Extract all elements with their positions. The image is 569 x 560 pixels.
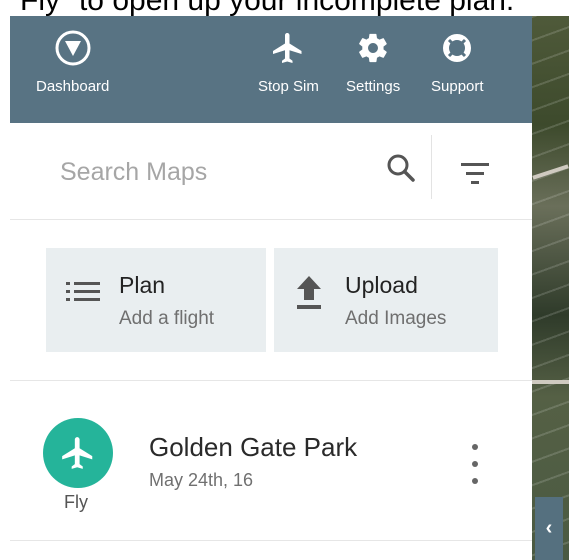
plan-subtitle: Add a flight [119, 308, 215, 329]
search-divider [431, 135, 432, 199]
support-label: Support [431, 78, 484, 95]
plan-title: Plan [119, 272, 166, 298]
collapse-panel-button[interactable]: ‹ [535, 497, 563, 560]
upload-title: Upload [345, 272, 418, 298]
map-view[interactable] [532, 16, 569, 560]
chevron-left-icon: ‹ [545, 517, 553, 539]
instruction-caption: Fly" to open up your incomplete plan. [0, 0, 569, 16]
app-screen: Fly" to open up your incomplete plan. ‹ … [0, 0, 569, 560]
fly-button[interactable] [43, 418, 113, 488]
action-row: Plan Add a flight Upload Add Images [10, 220, 532, 381]
list-icon [66, 280, 100, 309]
kebab-icon [472, 444, 478, 450]
filter-icon[interactable] [461, 163, 489, 190]
compass-icon [53, 26, 93, 70]
airplane-icon [62, 437, 93, 469]
support-button[interactable]: Support [431, 26, 484, 95]
search-input[interactable] [58, 151, 362, 193]
upload-button[interactable]: Upload Add Images [274, 248, 498, 352]
more-options-button[interactable] [468, 444, 482, 484]
top-toolbar: Dashboard Stop Sim Settings Support [10, 16, 532, 123]
settings-button[interactable]: Settings [346, 26, 400, 95]
plan-button[interactable]: Plan Add a flight [46, 248, 266, 352]
map-list-item[interactable]: Fly Golden Gate Park May 24th, 16 [10, 382, 532, 541]
side-panel: Dashboard Stop Sim Settings Support Sear… [10, 16, 532, 560]
dashboard-label: Dashboard [36, 78, 110, 95]
gear-icon [356, 26, 390, 70]
fly-label: Fly [64, 492, 88, 512]
stop-sim-button[interactable]: Stop Sim [258, 26, 319, 95]
map-road [532, 380, 569, 384]
dashboard-button[interactable]: Dashboard [36, 26, 109, 95]
search-bar [10, 123, 532, 220]
upload-subtitle: Add Images [345, 308, 447, 329]
settings-label: Settings [346, 78, 401, 95]
airplane-icon [270, 26, 306, 70]
stop-sim-label: Stop Sim [258, 78, 319, 95]
search-icon[interactable] [386, 153, 416, 188]
lifebuoy-icon [442, 26, 472, 70]
map-title[interactable]: Golden Gate Park [149, 432, 357, 463]
map-date: May 24th, 16 [149, 470, 254, 490]
upload-icon [296, 276, 322, 315]
